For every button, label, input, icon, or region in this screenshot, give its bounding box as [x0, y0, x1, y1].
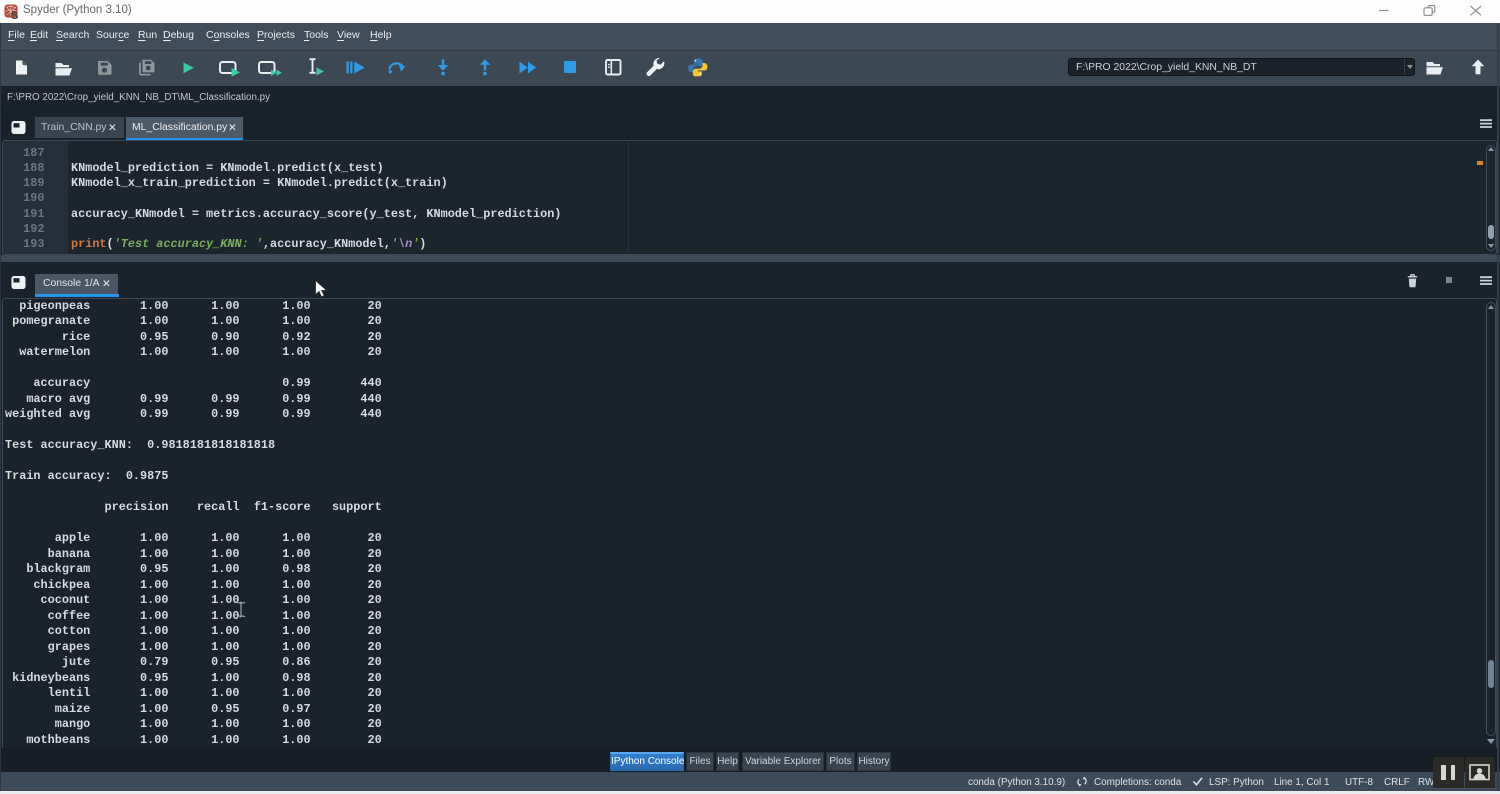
svg-text:S: S [11, 10, 18, 20]
